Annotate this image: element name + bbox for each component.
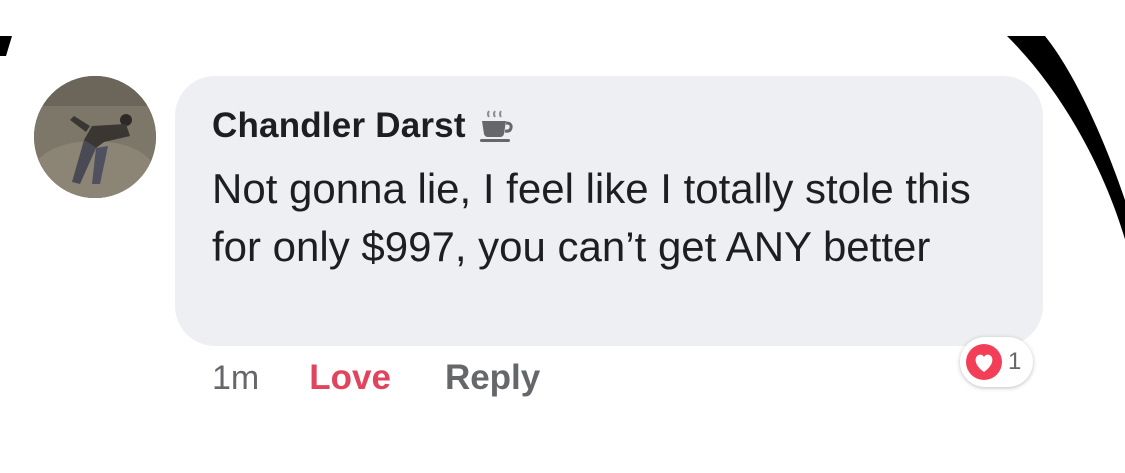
reaction-count: 1 bbox=[1008, 348, 1022, 375]
reply-button[interactable]: Reply bbox=[445, 358, 540, 398]
avatar-photo bbox=[34, 76, 156, 198]
love-button[interactable]: Love bbox=[309, 358, 391, 398]
coffee-cup-icon bbox=[479, 110, 513, 142]
avatar[interactable] bbox=[34, 76, 156, 198]
reaction-summary[interactable]: 1 bbox=[960, 337, 1034, 387]
timestamp[interactable]: 1m bbox=[212, 359, 259, 398]
author-name[interactable]: Chandler Darst bbox=[212, 106, 466, 146]
comment-screen: Chandler Darst Not gonna lie, I feel lik… bbox=[0, 0, 1125, 473]
author-row: Chandler Darst bbox=[212, 104, 1003, 148]
comment-bubble: Chandler Darst Not gonna lie, I feel lik… bbox=[175, 76, 1043, 346]
frame-arc-left bbox=[0, 36, 12, 56]
comment-text: Not gonna lie, I feel like I totally sto… bbox=[212, 165, 971, 270]
comment-actions: 1m Love Reply bbox=[212, 352, 540, 404]
heart-icon bbox=[966, 344, 1002, 380]
